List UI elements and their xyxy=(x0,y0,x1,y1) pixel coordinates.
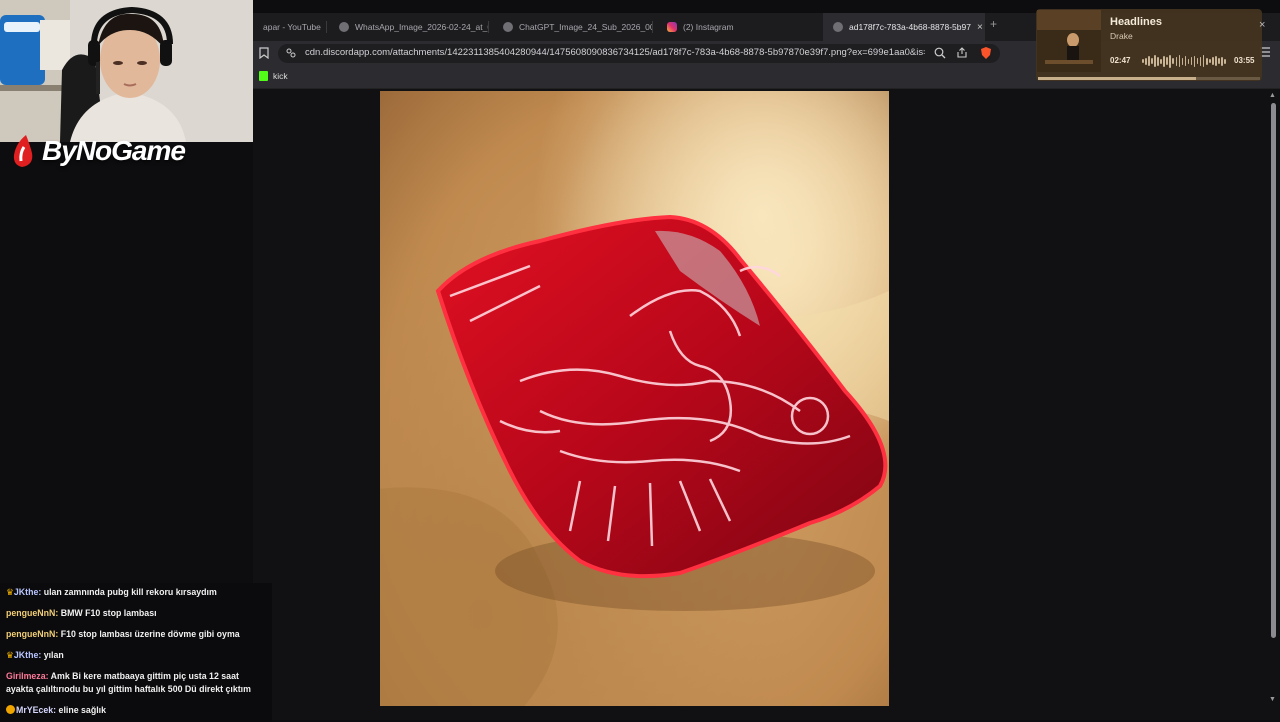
brave-shield-icon[interactable] xyxy=(980,46,992,63)
tab-label: ad178f7c-783a-4b68-8878-5b97 xyxy=(849,22,971,32)
tail-light-photo xyxy=(380,91,889,706)
waveform-bar xyxy=(1169,54,1171,68)
kick-icon xyxy=(259,71,268,81)
track-elapsed: 02:47 xyxy=(1110,56,1131,65)
globe-icon xyxy=(339,22,349,32)
engraved-tail-light-image xyxy=(380,91,889,706)
chat-message: pengueNnN: F10 stop lambası üzerine dövm… xyxy=(0,625,272,646)
chat-text: yılan xyxy=(43,650,64,660)
site-info-icon[interactable] xyxy=(286,48,296,61)
chat-username: pengueNnN: xyxy=(6,608,61,618)
globe-icon xyxy=(503,22,513,32)
chat-message: Girilmeza: Amk Bi kere matbaaya gittim p… xyxy=(0,667,272,701)
waveform-bar xyxy=(1148,56,1150,66)
waveform-bar xyxy=(1178,55,1181,67)
share-icon[interactable] xyxy=(956,47,968,62)
waveform-bar xyxy=(1187,58,1190,64)
chat-username: pengueNnN: xyxy=(6,629,61,639)
chat-username: MrYEcek: xyxy=(16,705,59,715)
waveform-bar xyxy=(1199,56,1202,66)
chat-message: MrYEcek: eline sağlık xyxy=(0,701,272,722)
track-progress-bar[interactable] xyxy=(1038,77,1260,80)
channel-logo: ByNoGame xyxy=(8,131,186,171)
tab-chatgpt-image[interactable]: ChatGPT_Image_24_Sub_2026_00_13 xyxy=(493,13,653,41)
waveform-bar xyxy=(1202,55,1205,67)
chat-text: eline sağlık xyxy=(58,705,106,715)
waveform-bar xyxy=(1212,57,1214,65)
crown-badge-icon: ♛ xyxy=(6,650,14,660)
globe-icon xyxy=(833,22,843,32)
instagram-icon xyxy=(667,22,677,32)
waveform-bar xyxy=(1190,57,1193,65)
scrollbar-thumb[interactable] xyxy=(1271,103,1276,638)
waveform-bar xyxy=(1209,59,1211,63)
waveform-bar xyxy=(1154,55,1156,67)
waveform xyxy=(1142,54,1226,68)
waveform-bar xyxy=(1172,58,1175,64)
flame-logo-icon xyxy=(13,135,33,167)
window-close-icon[interactable]: × xyxy=(1259,19,1265,31)
chat-username: JKthe: xyxy=(13,587,44,597)
track-artist: Drake xyxy=(1110,31,1133,41)
tab-youtube[interactable]: apar - YouTube xyxy=(253,13,327,41)
crown-badge-icon: ♛ xyxy=(6,587,14,597)
waveform-bar xyxy=(1215,56,1217,66)
tab-whatsapp-image[interactable]: WhatsApp_Image_2026-02-24_at_00 xyxy=(329,13,489,41)
tab-label: ChatGPT_Image_24_Sub_2026_00_13 xyxy=(519,22,653,32)
track-progress-fill xyxy=(1038,77,1196,80)
new-tab-icon[interactable]: + xyxy=(990,17,997,31)
tab-instagram[interactable]: (2) Instagram xyxy=(657,13,817,41)
waveform-bar xyxy=(1157,56,1159,66)
waveform-bar xyxy=(1193,55,1196,67)
waveform-bar xyxy=(1142,59,1144,63)
album-cover xyxy=(1037,10,1101,72)
webcam-feed xyxy=(0,0,253,142)
scroll-down-icon[interactable]: ▼ xyxy=(1269,696,1276,703)
bookmark-kick[interactable]: kick xyxy=(273,71,288,81)
waveform-bar xyxy=(1221,56,1223,66)
waveform-bar xyxy=(1160,58,1162,64)
zoom-icon[interactable] xyxy=(934,47,946,62)
waveform-bar xyxy=(1145,57,1147,65)
coin-badge-icon xyxy=(6,705,15,714)
waveform-bar xyxy=(1196,58,1199,64)
tab-close-icon[interactable]: × xyxy=(977,22,983,33)
bookmark-icon[interactable] xyxy=(259,47,269,62)
waveform-bar xyxy=(1175,56,1178,66)
chat-text: BMW F10 stop lambası xyxy=(60,608,157,618)
chat-text: ulan zamnında pubg kill rekoru kırsaydım xyxy=(43,587,217,597)
waveform-bar xyxy=(1181,57,1184,65)
scroll-up-icon[interactable]: ▲ xyxy=(1269,92,1276,99)
chat-username: Girilmeza: xyxy=(6,671,51,681)
waveform-bar xyxy=(1184,56,1187,66)
waveform-bar xyxy=(1218,58,1220,64)
tab-label: apar - YouTube xyxy=(263,22,321,32)
waveform-bar xyxy=(1163,55,1165,67)
chat-message: pengueNnN: BMW F10 stop lambası xyxy=(0,604,272,625)
channel-logo-text: ByNoGame xyxy=(42,135,186,166)
track-duration: 03:55 xyxy=(1234,56,1255,65)
streamer-webcam-image xyxy=(0,0,253,142)
tab-discord-attachment[interactable]: ad178f7c-783a-4b68-8878-5b97 × xyxy=(823,13,985,41)
waveform-bar xyxy=(1166,57,1168,65)
tab-label: WhatsApp_Image_2026-02-24_at_00 xyxy=(355,22,489,32)
track-title: Headlines xyxy=(1110,16,1162,28)
tab-label: (2) Instagram xyxy=(683,22,734,32)
waveform-bar xyxy=(1224,58,1226,64)
waveform-bar xyxy=(1151,58,1153,64)
chat-message: ♛JKthe: yılan xyxy=(0,646,272,667)
chat-username: JKthe: xyxy=(13,650,44,660)
chat-message: ♛JKthe: ulan zamnında pubg kill rekoru k… xyxy=(0,583,272,604)
chat-text: F10 stop lambası üzerine dövme gibi oyma xyxy=(60,629,240,639)
url-text[interactable]: cdn.discordapp.com/attachments/142231138… xyxy=(305,47,925,58)
waveform-bar xyxy=(1205,57,1208,65)
